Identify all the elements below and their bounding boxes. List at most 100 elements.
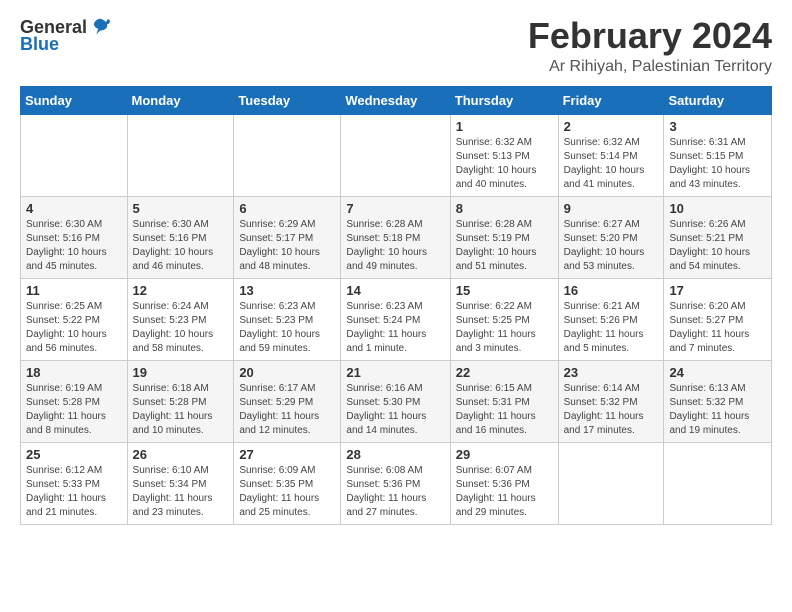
day-number: 4 (26, 201, 122, 216)
calendar-cell (234, 114, 341, 196)
weekday-header-sunday: Sunday (21, 86, 128, 114)
day-info: Sunrise: 6:24 AM Sunset: 5:23 PM Dayligh… (133, 300, 229, 356)
day-number: 19 (133, 365, 229, 380)
day-number: 11 (26, 283, 122, 298)
day-number: 12 (133, 283, 229, 298)
day-number: 29 (456, 447, 553, 462)
calendar-cell: 5 Sunrise: 6:30 AM Sunset: 5:16 PM Daylig… (127, 196, 234, 278)
calendar-cell: 8 Sunrise: 6:28 AM Sunset: 5:19 PM Daylig… (450, 196, 558, 278)
day-number: 20 (239, 365, 335, 380)
day-info: Sunrise: 6:12 AM Sunset: 5:33 PM Dayligh… (26, 464, 122, 520)
day-number: 9 (564, 201, 659, 216)
calendar-cell: 27 Sunrise: 6:09 AM Sunset: 5:35 PM Dayli… (234, 442, 341, 524)
day-info: Sunrise: 6:07 AM Sunset: 5:36 PM Dayligh… (456, 464, 553, 520)
day-number: 1 (456, 119, 553, 134)
weekday-header-friday: Friday (558, 86, 664, 114)
day-info: Sunrise: 6:28 AM Sunset: 5:18 PM Dayligh… (346, 218, 444, 274)
day-info: Sunrise: 6:30 AM Sunset: 5:16 PM Dayligh… (133, 218, 229, 274)
day-info: Sunrise: 6:18 AM Sunset: 5:28 PM Dayligh… (133, 382, 229, 438)
page-header: General Blue February 2024 Ar Rihiyah, P… (20, 16, 772, 76)
day-number: 13 (239, 283, 335, 298)
day-number: 16 (564, 283, 659, 298)
day-number: 27 (239, 447, 335, 462)
month-title: February 2024 (528, 16, 772, 56)
day-info: Sunrise: 6:32 AM Sunset: 5:13 PM Dayligh… (456, 136, 553, 192)
calendar-cell: 22 Sunrise: 6:15 AM Sunset: 5:31 PM Dayli… (450, 360, 558, 442)
weekday-header-wednesday: Wednesday (341, 86, 450, 114)
weekday-header-monday: Monday (127, 86, 234, 114)
calendar-cell: 3 Sunrise: 6:31 AM Sunset: 5:15 PM Daylig… (664, 114, 772, 196)
weekday-header-row: SundayMondayTuesdayWednesdayThursdayFrid… (21, 86, 772, 114)
day-number: 3 (669, 119, 766, 134)
title-area: February 2024 Ar Rihiyah, Palestinian Te… (528, 16, 772, 76)
day-info: Sunrise: 6:17 AM Sunset: 5:29 PM Dayligh… (239, 382, 335, 438)
day-info: Sunrise: 6:22 AM Sunset: 5:25 PM Dayligh… (456, 300, 553, 356)
day-info: Sunrise: 6:28 AM Sunset: 5:19 PM Dayligh… (456, 218, 553, 274)
day-info: Sunrise: 6:26 AM Sunset: 5:21 PM Dayligh… (669, 218, 766, 274)
day-info: Sunrise: 6:19 AM Sunset: 5:28 PM Dayligh… (26, 382, 122, 438)
day-number: 17 (669, 283, 766, 298)
calendar-cell (558, 442, 664, 524)
calendar-cell: 1 Sunrise: 6:32 AM Sunset: 5:13 PM Daylig… (450, 114, 558, 196)
day-info: Sunrise: 6:25 AM Sunset: 5:22 PM Dayligh… (26, 300, 122, 356)
calendar-cell: 29 Sunrise: 6:07 AM Sunset: 5:36 PM Dayli… (450, 442, 558, 524)
day-number: 23 (564, 365, 659, 380)
calendar-week-row: 1 Sunrise: 6:32 AM Sunset: 5:13 PM Daylig… (21, 114, 772, 196)
day-info: Sunrise: 6:09 AM Sunset: 5:35 PM Dayligh… (239, 464, 335, 520)
day-info: Sunrise: 6:10 AM Sunset: 5:34 PM Dayligh… (133, 464, 229, 520)
day-number: 21 (346, 365, 444, 380)
logo: General Blue (20, 16, 111, 55)
weekday-header-saturday: Saturday (664, 86, 772, 114)
day-number: 28 (346, 447, 444, 462)
calendar-cell (21, 114, 128, 196)
day-number: 7 (346, 201, 444, 216)
day-number: 15 (456, 283, 553, 298)
weekday-header-tuesday: Tuesday (234, 86, 341, 114)
calendar-cell: 12 Sunrise: 6:24 AM Sunset: 5:23 PM Dayli… (127, 278, 234, 360)
day-info: Sunrise: 6:30 AM Sunset: 5:16 PM Dayligh… (26, 218, 122, 274)
day-number: 18 (26, 365, 122, 380)
calendar-cell: 16 Sunrise: 6:21 AM Sunset: 5:26 PM Dayli… (558, 278, 664, 360)
day-number: 26 (133, 447, 229, 462)
day-number: 24 (669, 365, 766, 380)
calendar-cell: 28 Sunrise: 6:08 AM Sunset: 5:36 PM Dayli… (341, 442, 450, 524)
calendar-cell: 11 Sunrise: 6:25 AM Sunset: 5:22 PM Dayli… (21, 278, 128, 360)
day-number: 14 (346, 283, 444, 298)
logo-bird-icon (89, 16, 111, 38)
calendar-cell (127, 114, 234, 196)
calendar-cell: 10Sunrise: 6:26 AM Sunset: 5:21 PM Dayli… (664, 196, 772, 278)
calendar-cell: 24 Sunrise: 6:13 AM Sunset: 5:32 PM Dayli… (664, 360, 772, 442)
calendar-cell: 18 Sunrise: 6:19 AM Sunset: 5:28 PM Dayli… (21, 360, 128, 442)
day-info: Sunrise: 6:20 AM Sunset: 5:27 PM Dayligh… (669, 300, 766, 356)
logo-blue: Blue (20, 34, 59, 55)
calendar-week-row: 25 Sunrise: 6:12 AM Sunset: 5:33 PM Dayli… (21, 442, 772, 524)
day-number: 22 (456, 365, 553, 380)
calendar-cell: 15 Sunrise: 6:22 AM Sunset: 5:25 PM Dayli… (450, 278, 558, 360)
day-info: Sunrise: 6:08 AM Sunset: 5:36 PM Dayligh… (346, 464, 444, 520)
calendar-cell: 9 Sunrise: 6:27 AM Sunset: 5:20 PM Daylig… (558, 196, 664, 278)
calendar-cell: 23 Sunrise: 6:14 AM Sunset: 5:32 PM Dayli… (558, 360, 664, 442)
calendar-cell: 6 Sunrise: 6:29 AM Sunset: 5:17 PM Daylig… (234, 196, 341, 278)
calendar-cell: 20 Sunrise: 6:17 AM Sunset: 5:29 PM Dayli… (234, 360, 341, 442)
calendar-cell: 7 Sunrise: 6:28 AM Sunset: 5:18 PM Daylig… (341, 196, 450, 278)
calendar-week-row: 4 Sunrise: 6:30 AM Sunset: 5:16 PM Daylig… (21, 196, 772, 278)
calendar-cell: 13Sunrise: 6:23 AM Sunset: 5:23 PM Dayli… (234, 278, 341, 360)
day-number: 5 (133, 201, 229, 216)
day-info: Sunrise: 6:21 AM Sunset: 5:26 PM Dayligh… (564, 300, 659, 356)
day-number: 8 (456, 201, 553, 216)
day-info: Sunrise: 6:31 AM Sunset: 5:15 PM Dayligh… (669, 136, 766, 192)
calendar-cell (664, 442, 772, 524)
weekday-header-thursday: Thursday (450, 86, 558, 114)
day-info: Sunrise: 6:15 AM Sunset: 5:31 PM Dayligh… (456, 382, 553, 438)
location-title: Ar Rihiyah, Palestinian Territory (528, 58, 772, 76)
calendar-table: SundayMondayTuesdayWednesdayThursdayFrid… (20, 86, 772, 525)
day-number: 2 (564, 119, 659, 134)
calendar-cell: 26 Sunrise: 6:10 AM Sunset: 5:34 PM Dayli… (127, 442, 234, 524)
calendar-cell: 19 Sunrise: 6:18 AM Sunset: 5:28 PM Dayli… (127, 360, 234, 442)
day-info: Sunrise: 6:27 AM Sunset: 5:20 PM Dayligh… (564, 218, 659, 274)
day-number: 6 (239, 201, 335, 216)
day-number: 25 (26, 447, 122, 462)
day-info: Sunrise: 6:29 AM Sunset: 5:17 PM Dayligh… (239, 218, 335, 274)
day-info: Sunrise: 6:14 AM Sunset: 5:32 PM Dayligh… (564, 382, 659, 438)
day-info: Sunrise: 6:13 AM Sunset: 5:32 PM Dayligh… (669, 382, 766, 438)
